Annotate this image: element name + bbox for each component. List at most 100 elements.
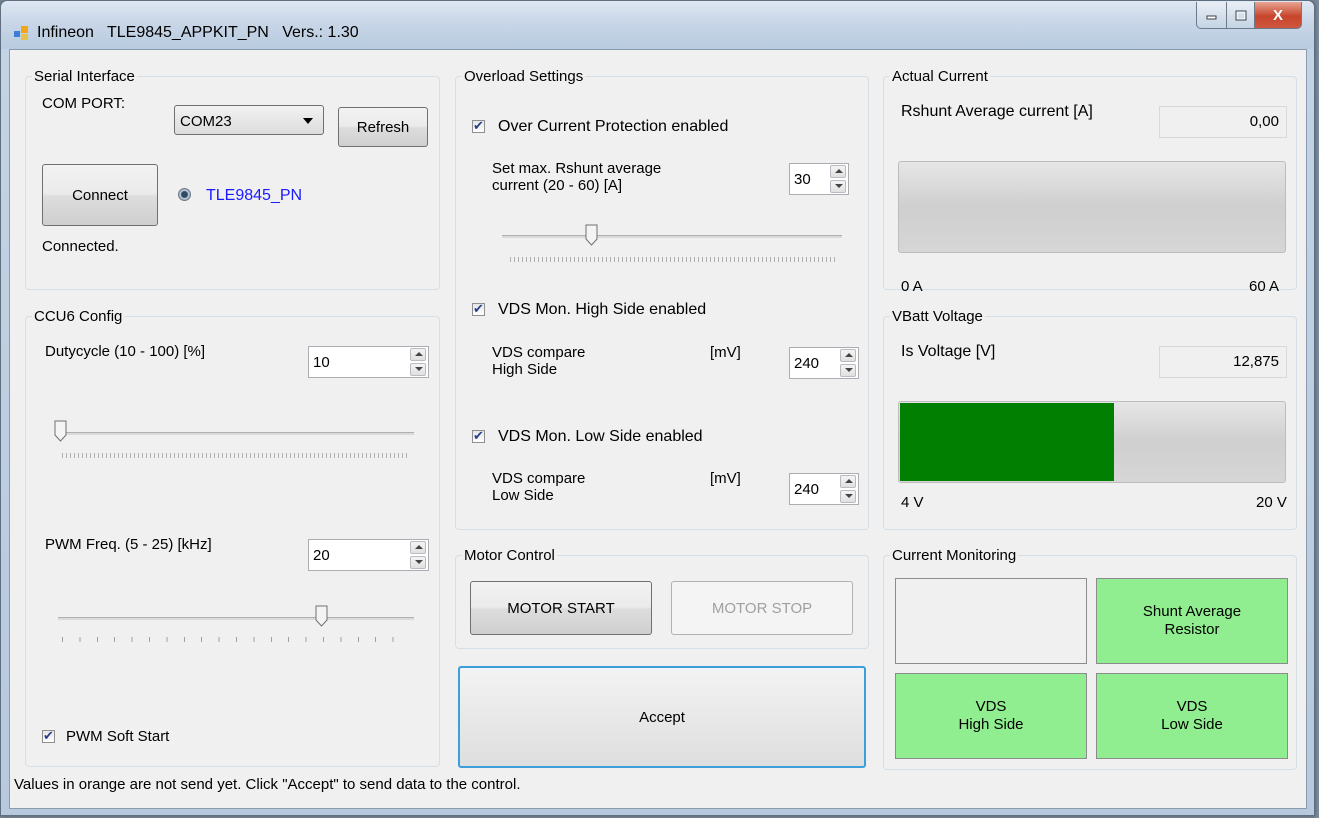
vds-low-compare-label: VDS compare Low Side <box>492 470 586 504</box>
dutycycle-stepper[interactable]: 10 <box>308 346 429 378</box>
minimize-button[interactable] <box>1196 2 1227 29</box>
pwm-freq-down-icon[interactable] <box>410 555 426 569</box>
pwm-freq-slider-ticks <box>62 637 410 642</box>
max-current-label: Set max. Rshunt average current (20 - 60… <box>492 160 662 194</box>
connection-indicator-icon <box>178 188 191 201</box>
motor-stop-button[interactable]: MOTOR STOP <box>671 581 853 635</box>
close-icon: X <box>1272 6 1283 24</box>
ccu6-config-title: CCU6 Config <box>32 308 125 325</box>
vbatt-fill <box>900 403 1115 481</box>
vds-low-value: 240 <box>794 481 820 498</box>
accept-button-label: Accept <box>639 708 685 726</box>
vds-high-value: 240 <box>794 355 820 372</box>
pwm-freq-up-icon[interactable] <box>410 541 426 555</box>
pwm-freq-slider-track[interactable] <box>58 617 414 620</box>
actual-current-title: Actual Current <box>890 68 990 85</box>
close-button[interactable]: X <box>1255 2 1302 29</box>
chevron-down-icon <box>303 118 313 124</box>
current-max-label: 60 A <box>1249 278 1280 295</box>
maximize-button[interactable] <box>1227 2 1255 29</box>
pwm-freq-slider-thumb[interactable] <box>315 605 328 627</box>
pwm-soft-start-checkbox[interactable] <box>42 728 55 744</box>
monitor-indicator-empty <box>895 578 1087 664</box>
vbatt-min-label: 4 V <box>901 494 924 511</box>
motor-control-title: Motor Control <box>462 547 557 564</box>
ocp-label: Over Current Protection enabled <box>498 118 729 135</box>
accept-button[interactable]: Accept <box>458 666 866 768</box>
ccu6-config-group: CCU6 Config Dutycycle (10 - 100) [%] 10 … <box>25 308 440 767</box>
current-min-label: 0 A <box>901 278 923 295</box>
dutycycle-slider-track[interactable] <box>58 432 414 435</box>
status-bar: Values in orange are not send yet. Click… <box>14 776 521 793</box>
vbatt-max-label: 20 V <box>1256 494 1287 511</box>
com-port-select[interactable]: COM23 <box>174 105 324 135</box>
vbatt-progress <box>898 401 1286 483</box>
current-monitoring-group: Current Monitoring Shunt Average Resisto… <box>883 547 1297 770</box>
maximize-icon <box>1235 10 1246 20</box>
vbatt-voltage-group: VBatt Voltage Is Voltage [V] 12,875 4 V … <box>883 308 1297 530</box>
shunt-average-indicator: Shunt Average Resistor <box>1096 578 1288 664</box>
vds-low-unit: [mV] <box>710 470 741 487</box>
vds-high-indicator: VDS High Side <box>895 673 1087 759</box>
overload-settings-group: Overload Settings Over Current Protectio… <box>455 68 869 530</box>
pwm-freq-value: 20 <box>313 547 330 564</box>
main-panel: Serial Interface COM PORT: COM23 Refresh… <box>9 49 1307 809</box>
dutycycle-slider-ticks <box>62 453 410 458</box>
vds-high-checkbox[interactable] <box>472 301 485 317</box>
rshunt-current-value: 0,00 <box>1159 106 1287 138</box>
dutycycle-slider-thumb[interactable] <box>54 420 67 442</box>
pwm-freq-label: PWM Freq. (5 - 25) [kHz] <box>45 536 212 553</box>
vds-high-down-icon[interactable] <box>840 363 856 377</box>
pwm-soft-start-label: PWM Soft Start <box>66 728 170 745</box>
connection-status: Connected. <box>42 238 119 255</box>
actual-current-group: Actual Current Rshunt Average current [A… <box>883 68 1297 295</box>
vds-high-unit: [mV] <box>710 344 741 361</box>
overload-settings-title: Overload Settings <box>462 68 586 85</box>
ocp-checkbox[interactable] <box>472 118 485 134</box>
rshunt-current-progress <box>898 161 1286 253</box>
max-current-slider-thumb[interactable] <box>585 224 598 246</box>
pwm-freq-stepper[interactable]: 20 <box>308 539 429 571</box>
current-monitoring-title: Current Monitoring <box>890 547 1019 564</box>
minimize-icon <box>1206 15 1216 20</box>
max-current-up-icon[interactable] <box>830 165 846 179</box>
vbatt-voltage-title: VBatt Voltage <box>890 308 985 325</box>
window-title: Infineon TLE9845_APPKIT_PN Vers.: 1.30 <box>37 24 359 41</box>
is-voltage-value: 12,875 <box>1159 346 1287 378</box>
vds-low-down-icon[interactable] <box>840 489 856 503</box>
vds-high-compare-label: VDS compare High Side <box>492 344 586 378</box>
serial-interface-title: Serial Interface <box>32 68 137 85</box>
dutycycle-down-icon[interactable] <box>410 362 426 376</box>
dutycycle-up-icon[interactable] <box>410 348 426 362</box>
com-port-value: COM23 <box>180 113 232 130</box>
max-current-down-icon[interactable] <box>830 179 846 193</box>
refresh-button[interactable]: Refresh <box>338 107 428 147</box>
max-current-slider-ticks <box>510 257 838 262</box>
is-voltage-label: Is Voltage [V] <box>901 343 996 360</box>
max-current-slider-track[interactable] <box>502 235 842 238</box>
vds-low-indicator: VDS Low Side <box>1096 673 1288 759</box>
vds-high-up-icon[interactable] <box>840 349 856 363</box>
connect-button-label: Connect <box>72 186 128 204</box>
vds-low-stepper[interactable]: 240 <box>789 473 859 505</box>
device-name: TLE9845_PN <box>206 187 303 204</box>
dutycycle-label: Dutycycle (10 - 100) [%] <box>45 343 206 360</box>
motor-start-label: MOTOR START <box>507 599 615 617</box>
title-bar[interactable]: Infineon TLE9845_APPKIT_PN Vers.: 1.30 X <box>1 1 1314 49</box>
max-current-stepper[interactable]: 30 <box>789 163 849 195</box>
connect-button[interactable]: Connect <box>42 164 158 226</box>
refresh-button-label: Refresh <box>356 118 410 136</box>
vds-low-checkbox[interactable] <box>472 428 485 444</box>
max-current-value: 30 <box>794 171 811 188</box>
serial-interface-group: Serial Interface COM PORT: COM23 Refresh… <box>25 68 440 290</box>
dutycycle-value: 10 <box>313 354 330 371</box>
app-window: Infineon TLE9845_APPKIT_PN Vers.: 1.30 X… <box>0 0 1315 816</box>
motor-start-button[interactable]: MOTOR START <box>470 581 652 635</box>
vds-high-stepper[interactable]: 240 <box>789 347 859 379</box>
com-port-label: COM PORT: <box>42 95 126 112</box>
vds-low-enabled-label: VDS Mon. Low Side enabled <box>498 428 703 445</box>
motor-stop-label: MOTOR STOP <box>711 599 813 617</box>
vds-low-up-icon[interactable] <box>840 475 856 489</box>
vds-high-enabled-label: VDS Mon. High Side enabled <box>498 301 707 318</box>
motor-control-group: Motor Control MOTOR START MOTOR STOP <box>455 547 869 649</box>
